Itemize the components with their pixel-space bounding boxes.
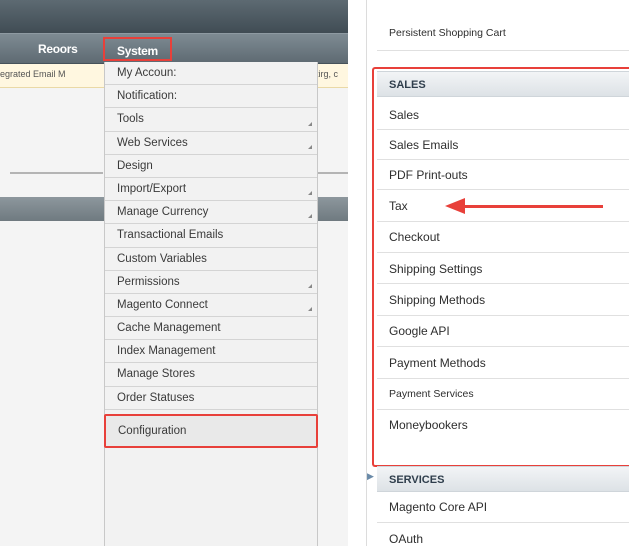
- divider: [10, 172, 103, 174]
- nav-reports[interactable]: Reoors: [38, 34, 78, 64]
- menu-item-my-account[interactable]: My Accoun:: [105, 62, 317, 86]
- menu-item-manage-stores[interactable]: Manage Stores: [105, 363, 317, 387]
- config-item-magento-core-api[interactable]: Magento Core API: [389, 492, 487, 522]
- menu-item-configuration[interactable]: Configuration: [104, 413, 318, 448]
- menu-item-permissions[interactable]: Permissions: [105, 271, 317, 294]
- menu-item-order-statuses[interactable]: Order Statuses: [105, 387, 317, 410]
- divider: [377, 50, 629, 51]
- admin-panel: Reoors System iegrated Email M tirg, c M…: [0, 0, 348, 546]
- arrow-icon: [445, 198, 465, 214]
- menu-item-notifications[interactable]: Notification:: [105, 85, 317, 109]
- notice-text-left: iegrated Email M: [0, 69, 66, 79]
- arrow-pointer: [463, 205, 603, 208]
- main-nav-bar: Reoors System: [0, 33, 348, 64]
- expand-arrow-icon[interactable]: ▶: [367, 471, 374, 482]
- menu-item-cache-management[interactable]: Cache Management: [105, 317, 317, 341]
- notice-text-right: tirg, c: [316, 69, 339, 79]
- admin-header-bar: [0, 0, 348, 33]
- config-item-persistent-shopping-cart[interactable]: Persistent Shopping Cart: [389, 18, 506, 48]
- menu-item-index-management[interactable]: Index Management: [105, 340, 317, 364]
- divider: [318, 172, 348, 174]
- menu-item-manage-currency[interactable]: Manage Currency: [105, 201, 317, 225]
- menu-item-tools[interactable]: Tools: [105, 108, 317, 132]
- system-dropdown-menu: My Accoun: Notification: Tools Web Servi…: [104, 62, 318, 546]
- menu-item-web-services[interactable]: Web Services: [105, 132, 317, 155]
- menu-item-import-export[interactable]: Import/Export: [105, 178, 317, 202]
- section-header-bar: [318, 197, 348, 221]
- menu-item-design[interactable]: Design: [105, 155, 317, 178]
- divider: [377, 522, 629, 523]
- configuration-sidebar: Persistent Shopping Cart SALES Sales Sal…: [366, 0, 629, 546]
- section-header-bar: [0, 197, 104, 221]
- section-header-services[interactable]: SERVICES: [377, 466, 629, 492]
- menu-item-transactional-emails[interactable]: Transactional Emails: [105, 224, 317, 248]
- menu-item-custom-variables[interactable]: Custom Variables: [105, 248, 317, 271]
- menu-item-magento-connect[interactable]: Magento Connect: [105, 294, 317, 318]
- nav-system[interactable]: System: [103, 37, 172, 61]
- sales-highlight-box: [372, 67, 629, 467]
- config-item-oauth[interactable]: OAuth: [389, 524, 423, 546]
